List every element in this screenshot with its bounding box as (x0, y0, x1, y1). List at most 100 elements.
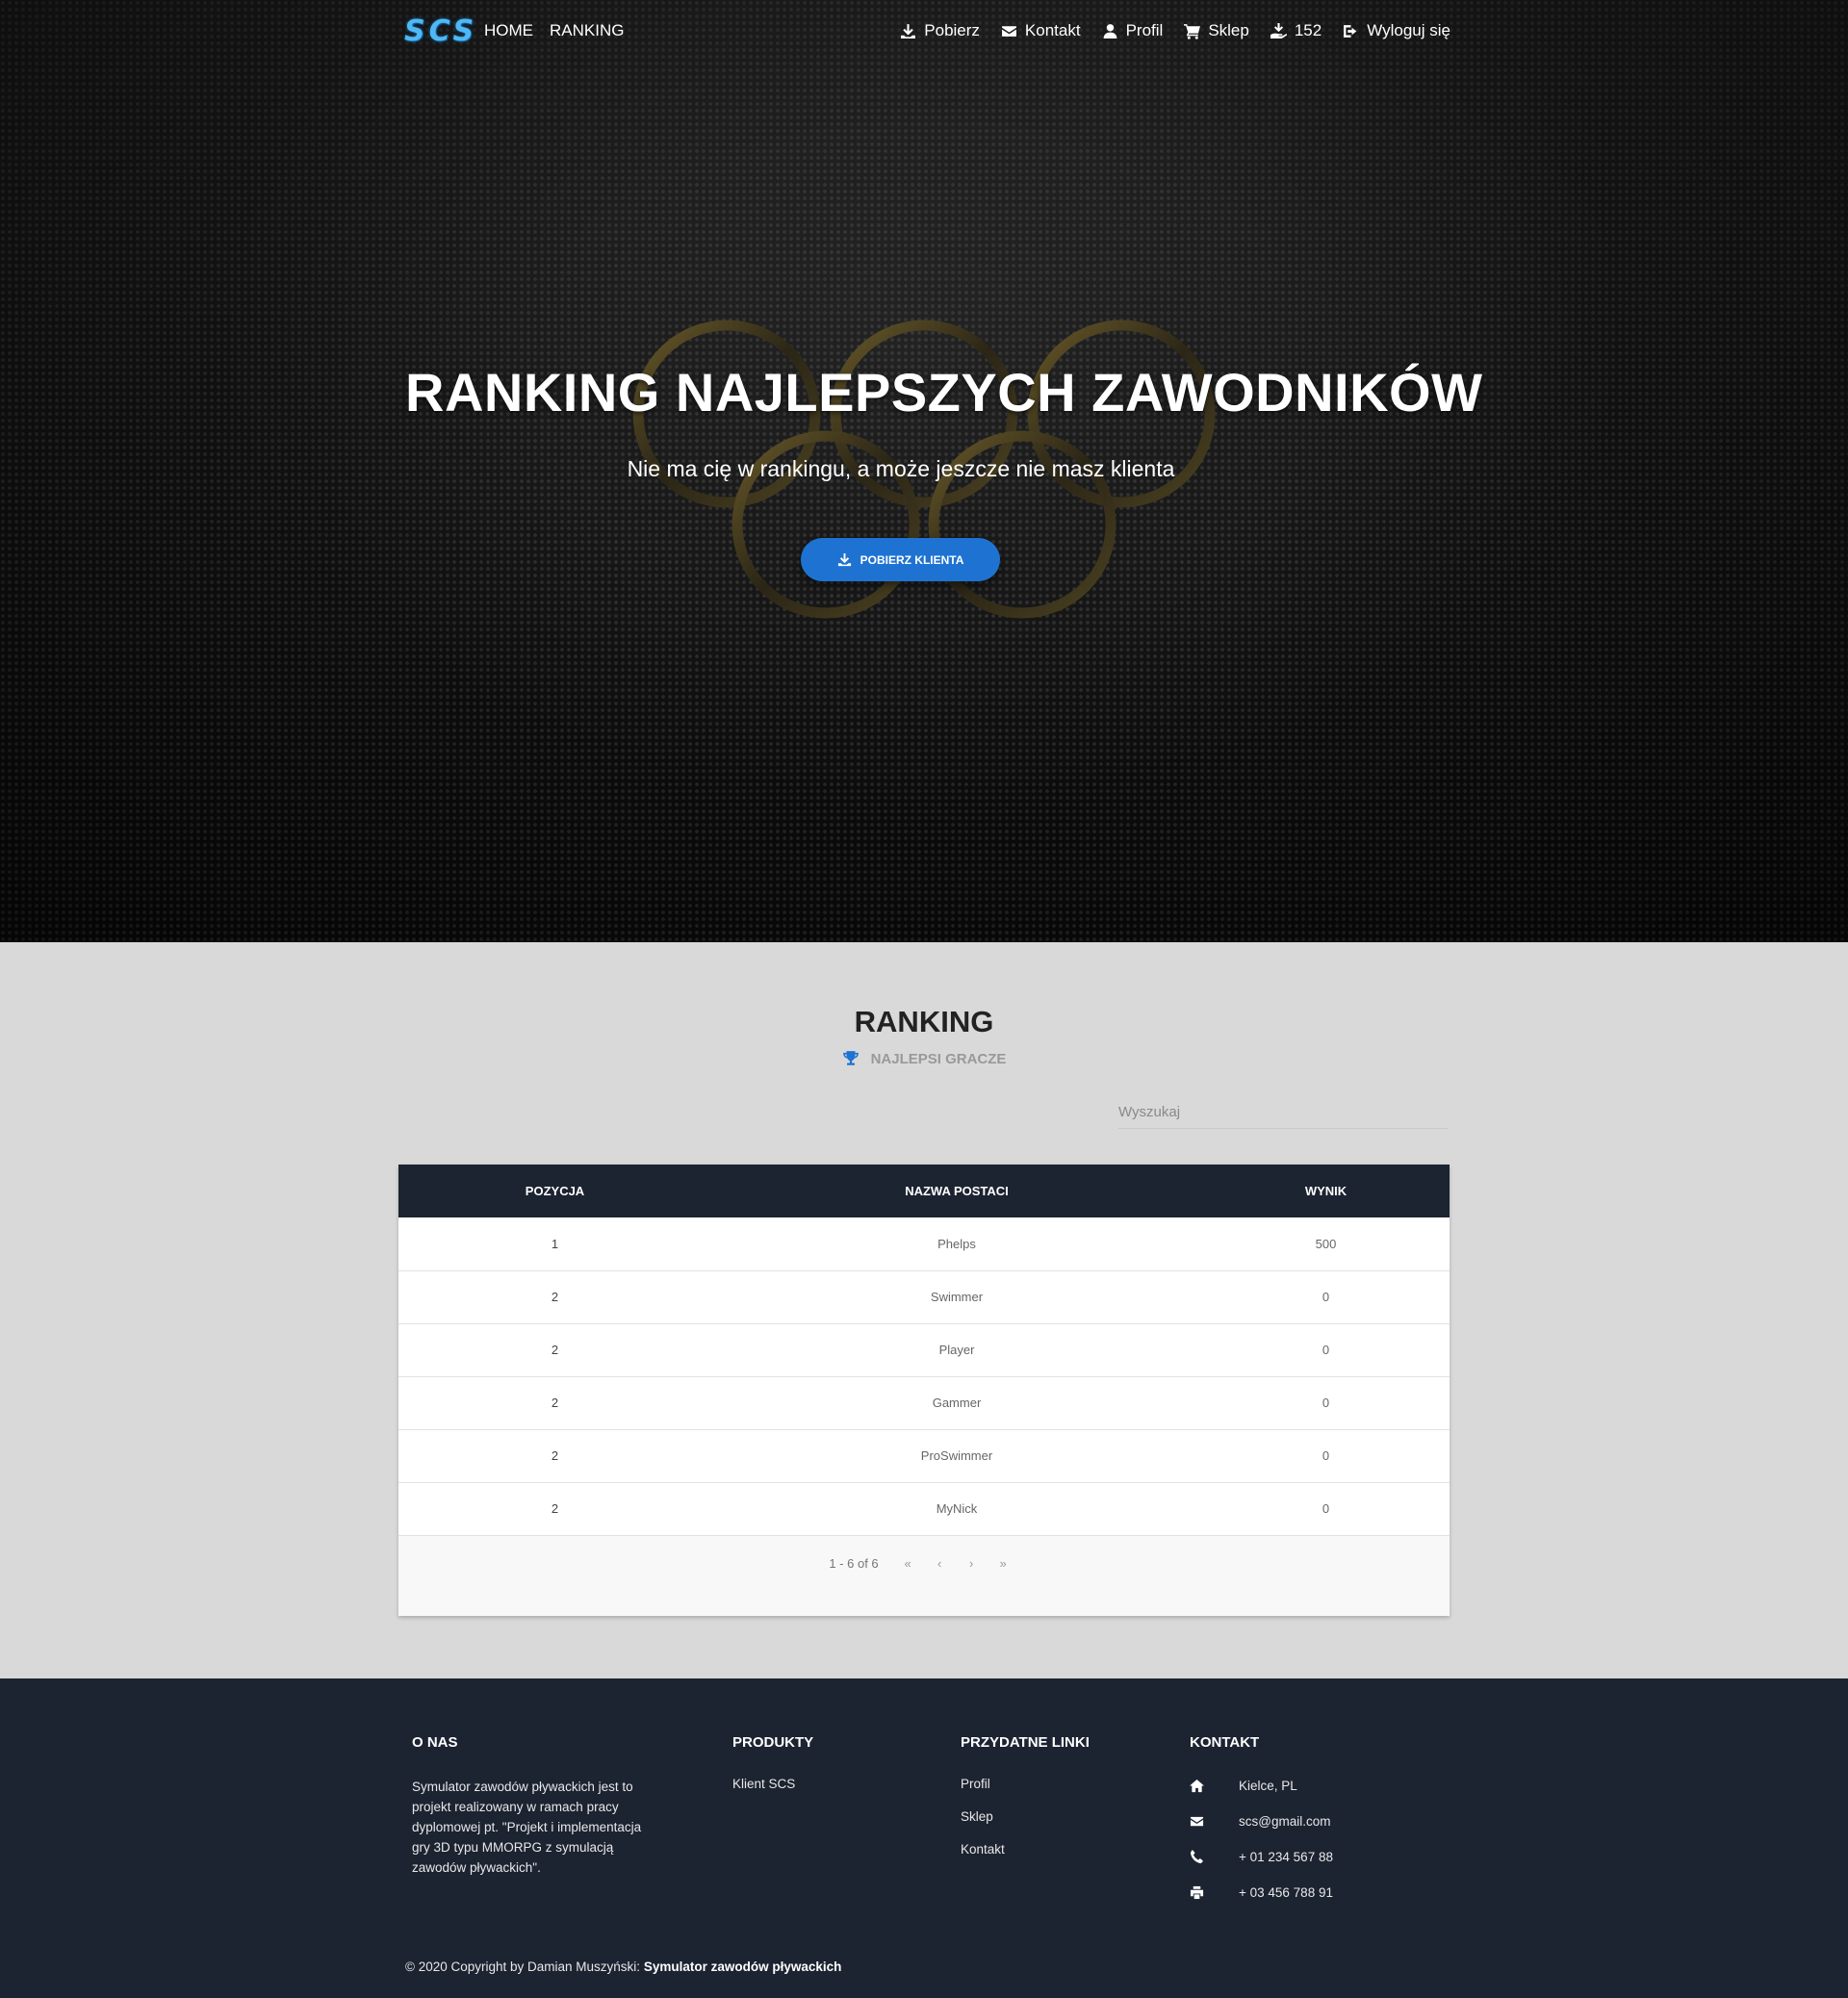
footer-contact: KONTAKT Kielce, PL scs@gmail.com + 01 23… (1190, 1734, 1333, 1919)
cell-name: Player (938, 1343, 975, 1357)
cell-score: 0 (1322, 1290, 1330, 1304)
nav-label: Sklep (1208, 21, 1249, 39)
ranking-subtitle: NAJLEPSI GRACZE (0, 1050, 1848, 1067)
cell-score: 0 (1322, 1343, 1330, 1357)
ranking-section: RANKING NAJLEPSI GRACZE POZYCJA NAZWA PO… (0, 942, 1848, 1678)
nav-coins-balance[interactable]: 152 (1270, 21, 1322, 40)
column-header-pozycja[interactable]: POZYCJA (398, 1165, 711, 1217)
pagination-next-button[interactable]: › (956, 1556, 988, 1571)
footer-link-sklep[interactable]: Sklep (961, 1809, 1090, 1824)
table-row[interactable]: 2 Swimmer 0 (398, 1270, 1450, 1323)
contact-address: Kielce, PL (1190, 1777, 1333, 1794)
cell-position: 1 (551, 1236, 559, 1251)
nav-label: 152 (1294, 21, 1322, 39)
column-header-wynik[interactable]: WYNIK (1202, 1165, 1450, 1217)
pagination-prev-button[interactable]: ‹ (924, 1556, 956, 1571)
table-row[interactable]: 1 Phelps 500 (398, 1217, 1450, 1270)
phone-icon (1190, 1849, 1204, 1863)
cell-score: 500 (1315, 1236, 1337, 1251)
pagination-info: 1 - 6 of 6 (829, 1556, 879, 1571)
table-row[interactable]: 2 Gammer 0 (398, 1376, 1450, 1429)
sign-out-icon (1344, 24, 1357, 38)
copyright-link[interactable]: Symulator zawodów pływackich (644, 1960, 842, 1974)
contact-address-text: Kielce, PL (1239, 1778, 1297, 1793)
nav-link-profil[interactable]: Profil (1102, 21, 1164, 40)
table-row[interactable]: 2 MyNick 0 (398, 1482, 1450, 1535)
table-header-row: POZYCJA NAZWA POSTACI WYNIK (398, 1165, 1450, 1217)
cell-position: 2 (551, 1501, 559, 1516)
user-icon (1103, 23, 1116, 38)
cell-position: 2 (551, 1396, 559, 1410)
footer-products: PRODUKTY Klient SCS (732, 1734, 813, 1809)
coins-icon (1270, 22, 1287, 38)
contact-email-text: scs@gmail.com (1239, 1813, 1331, 1829)
ranking-subtitle-text: NAJLEPSI GRACZE (870, 1050, 1007, 1067)
cell-position: 2 (551, 1343, 559, 1357)
footer-about-heading: O NAS (412, 1734, 458, 1751)
contact-fax-text: + 03 456 788 91 (1239, 1884, 1333, 1900)
footer-contact-heading: KONTAKT (1190, 1734, 1260, 1751)
cell-name: ProSwimmer (920, 1448, 993, 1463)
cell-name: Phelps (937, 1236, 976, 1251)
hero-title: RANKING NAJLEPSZYCH ZAWODNIKÓW (405, 362, 1483, 423)
footer-products-heading: PRODUKTY (732, 1734, 814, 1751)
table-row[interactable]: 2 Player 0 (398, 1323, 1450, 1376)
nav-link-wyloguj[interactable]: Wyloguj się (1343, 21, 1450, 40)
footer-useful-links: PRZYDATNE LINKI Profil Sklep Kontakt (961, 1734, 1090, 1875)
cell-name: Gammer (932, 1396, 982, 1410)
contact-phone: + 01 234 567 88 (1190, 1848, 1333, 1865)
pagination-last-button[interactable]: » (988, 1556, 1019, 1571)
nav-left-links: HOME RANKING (484, 21, 624, 40)
ranking-table: POZYCJA NAZWA POSTACI WYNIK 1 Phelps 500… (398, 1165, 1450, 1536)
brand-logo[interactable]: SCS (404, 13, 477, 48)
contact-email: scs@gmail.com (1190, 1812, 1333, 1830)
copyright-text: © 2020 Copyright by Damian Muszyński: (405, 1960, 644, 1974)
contact-fax: + 03 456 788 91 (1190, 1883, 1333, 1901)
nav-label: Kontakt (1024, 21, 1081, 39)
brand-logo-text: SCS (404, 13, 478, 48)
cell-name: Swimmer (930, 1290, 984, 1304)
envelope-icon (1190, 1816, 1204, 1826)
cell-name: MyNick (936, 1501, 978, 1516)
hero-subtitle: Nie ma cię w rankingu, a może jeszcze ni… (627, 456, 1175, 481)
footer-link-profil[interactable]: Profil (961, 1777, 1090, 1791)
footer-copyright: © 2020 Copyright by Damian Muszyński: Sy… (405, 1960, 841, 1974)
cell-position: 2 (551, 1448, 559, 1463)
footer-link-kontakt[interactable]: Kontakt (961, 1842, 1090, 1857)
hero-section: SCS HOME RANKING Pobierz Kontakt Profil … (0, 0, 1848, 942)
nav-link-ranking[interactable]: RANKING (550, 21, 624, 40)
nav-right-links: Pobierz Kontakt Profil Sklep 152 Wyloguj… (900, 21, 1450, 40)
footer-useful-heading: PRZYDATNE LINKI (961, 1734, 1090, 1751)
download-client-button[interactable]: POBIERZ KLIENTA (801, 538, 1000, 581)
page-footer: O NAS Symulator zawodów pływackich jest … (0, 1678, 1848, 1998)
nav-label: Profil (1125, 21, 1164, 39)
cell-score: 0 (1322, 1396, 1330, 1410)
top-navbar: SCS HOME RANKING Pobierz Kontakt Profil … (0, 0, 1848, 64)
ranking-title: RANKING (854, 1005, 994, 1038)
search-input[interactable] (1118, 1095, 1448, 1129)
print-icon (1190, 1885, 1204, 1899)
nav-link-pobierz[interactable]: Pobierz (900, 21, 980, 40)
cell-score: 0 (1322, 1501, 1330, 1516)
footer-about: O NAS Symulator zawodów pływackich jest … (412, 1734, 662, 1878)
download-icon (901, 23, 916, 38)
pagination-first-button[interactable]: « (892, 1556, 924, 1571)
download-client-label: POBIERZ KLIENTA (860, 552, 964, 567)
nav-link-kontakt[interactable]: Kontakt (1001, 21, 1081, 40)
footer-link-klient-scs[interactable]: Klient SCS (732, 1777, 813, 1791)
contact-phone-text: + 01 234 567 88 (1239, 1849, 1333, 1864)
envelope-icon (1001, 25, 1016, 37)
trophy-icon (842, 1051, 859, 1065)
nav-link-sklep[interactable]: Sklep (1184, 21, 1249, 40)
footer-about-text: Symulator zawodów pływackich jest to pro… (412, 1780, 642, 1875)
column-header-nazwa[interactable]: NAZWA POSTACI (711, 1165, 1202, 1217)
cell-position: 2 (551, 1290, 559, 1304)
table-row[interactable]: 2 ProSwimmer 0 (398, 1429, 1450, 1482)
nav-link-home[interactable]: HOME (484, 21, 533, 40)
cart-icon (1184, 23, 1201, 39)
nav-label: Pobierz (924, 21, 980, 39)
ranking-table-card: POZYCJA NAZWA POSTACI WYNIK 1 Phelps 500… (398, 1165, 1450, 1616)
download-icon (837, 552, 851, 567)
nav-label: Wyloguj się (1367, 21, 1450, 39)
pagination: 1 - 6 of 6 « ‹ › » (398, 1556, 1450, 1571)
